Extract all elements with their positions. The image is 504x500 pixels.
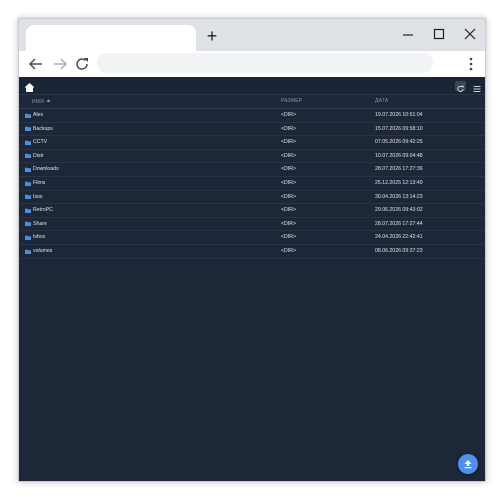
file-date: 25.12.2025 12:13:49 bbox=[375, 179, 423, 186]
file-size: <DIR> bbox=[281, 112, 296, 118]
file-size: <DIR> bbox=[281, 125, 296, 132]
browser-window: + ИМЯ РАЗМЕР ДАТА Alex <DIR> 19.07.2026 … bbox=[18, 18, 486, 482]
forward-arrow-icon[interactable] bbox=[51, 55, 69, 73]
file-list: Alex <DIR> 19.07.2026 10:51:04 Backups <DIR>… bbox=[19, 109, 485, 259]
folder-icon bbox=[25, 249, 31, 254]
table-row[interactable]: Backups <DIR> 15.07.2026 09:58:10 bbox=[19, 123, 485, 137]
back-arrow-icon[interactable] bbox=[27, 55, 45, 73]
folder-icon bbox=[25, 235, 31, 240]
table-row[interactable]: RetroPC <DIR> 29.06.2026 09:43:02 bbox=[19, 204, 485, 218]
file-name: volumes bbox=[33, 247, 53, 254]
close-icon[interactable] bbox=[460, 25, 480, 43]
new-tab-button[interactable]: + bbox=[203, 27, 221, 45]
table-row[interactable]: CCTV <DIR> 07.05.2026 09:42:25 bbox=[19, 136, 485, 150]
file-date: 10.07.2026 09:04:48 bbox=[375, 152, 423, 159]
folder-icon bbox=[25, 153, 31, 159]
file-date: 07.05.2026 09:42:25 bbox=[375, 139, 423, 146]
address-bar[interactable] bbox=[97, 53, 433, 73]
file-size: <DIR> bbox=[281, 193, 296, 200]
file-date: 19.07.2026 10:51:04 bbox=[375, 112, 423, 118]
minimize-icon[interactable] bbox=[398, 25, 418, 43]
file-name: Downloads bbox=[33, 166, 59, 173]
folder-icon bbox=[25, 126, 31, 132]
column-header-name-label: ИМЯ bbox=[32, 99, 44, 105]
file-name: Isos bbox=[33, 193, 43, 200]
sort-ascending-icon bbox=[46, 99, 51, 102]
table-row[interactable]: tvbox <DIR> 24.04.2026 22:42:41 bbox=[19, 231, 485, 245]
tab-strip: + bbox=[19, 19, 485, 51]
file-name: Films bbox=[33, 179, 46, 186]
file-date: 28.07.2026 17:27:36 bbox=[375, 166, 423, 173]
file-size: <DIR> bbox=[281, 220, 296, 227]
file-list-header: ИМЯ РАЗМЕР ДАТА bbox=[19, 95, 485, 109]
file-manager-toolbar bbox=[19, 77, 485, 95]
folder-icon bbox=[25, 194, 31, 200]
folder-icon bbox=[25, 113, 31, 118]
file-date: 28.07.2026 17:27:44 bbox=[375, 220, 423, 227]
home-icon[interactable] bbox=[24, 80, 35, 92]
folder-icon bbox=[25, 181, 31, 186]
file-size: <DIR> bbox=[281, 247, 296, 254]
file-name: Alex bbox=[33, 112, 44, 118]
file-name: Share bbox=[33, 220, 47, 227]
file-name: RetroPC bbox=[33, 207, 53, 214]
reload-icon[interactable] bbox=[73, 55, 91, 73]
file-size: <DIR> bbox=[281, 166, 296, 173]
file-date: 29.06.2026 09:43:02 bbox=[375, 207, 423, 214]
upload-button[interactable] bbox=[458, 454, 478, 474]
refresh-icon[interactable] bbox=[455, 81, 466, 92]
file-size: <DIR> bbox=[281, 152, 296, 159]
table-row[interactable]: Distr <DIR> 10.07.2026 09:04:48 bbox=[19, 150, 485, 164]
file-size: <DIR> bbox=[281, 234, 296, 241]
file-size: <DIR> bbox=[281, 207, 296, 214]
maximize-icon[interactable] bbox=[429, 25, 449, 43]
folder-icon bbox=[25, 140, 31, 145]
table-row[interactable]: Share <DIR> 28.07.2026 17:27:44 bbox=[19, 218, 485, 232]
browser-toolbar bbox=[19, 51, 485, 77]
table-row[interactable]: Isos <DIR> 30.04.2026 13:14:23 bbox=[19, 191, 485, 205]
folder-icon bbox=[25, 221, 31, 227]
hamburger-menu-icon[interactable] bbox=[472, 81, 482, 92]
file-date: 08.06.2026 09:37:23 bbox=[375, 247, 423, 254]
browser-tab[interactable] bbox=[26, 25, 196, 51]
file-name: Backups bbox=[33, 125, 53, 132]
file-name: CCTV bbox=[33, 139, 48, 146]
column-header-size[interactable]: РАЗМЕР bbox=[281, 98, 302, 104]
column-header-date[interactable]: ДАТА bbox=[375, 98, 388, 104]
folder-icon bbox=[25, 208, 31, 213]
kebab-menu-icon[interactable] bbox=[463, 55, 479, 73]
table-row[interactable]: Alex <DIR> 19.07.2026 10:51:04 bbox=[19, 109, 485, 123]
table-row[interactable]: volumes <DIR> 08.06.2026 09:37:23 bbox=[19, 245, 485, 259]
file-size: <DIR> bbox=[281, 139, 296, 146]
file-name: tvbox bbox=[33, 234, 46, 241]
folder-icon bbox=[25, 167, 31, 172]
column-header-name[interactable]: ИМЯ bbox=[32, 98, 51, 105]
table-row[interactable]: Films <DIR> 25.12.2025 12:13:49 bbox=[19, 177, 485, 191]
file-date: 24.04.2026 22:42:41 bbox=[375, 234, 423, 241]
file-date: 15.07.2026 09:58:10 bbox=[375, 125, 423, 132]
file-name: Distr bbox=[33, 152, 44, 159]
file-size: <DIR> bbox=[281, 179, 296, 186]
table-row[interactable]: Downloads <DIR> 28.07.2026 17:27:36 bbox=[19, 163, 485, 177]
upload-icon bbox=[464, 460, 472, 469]
file-date: 30.04.2026 13:14:23 bbox=[375, 193, 423, 200]
